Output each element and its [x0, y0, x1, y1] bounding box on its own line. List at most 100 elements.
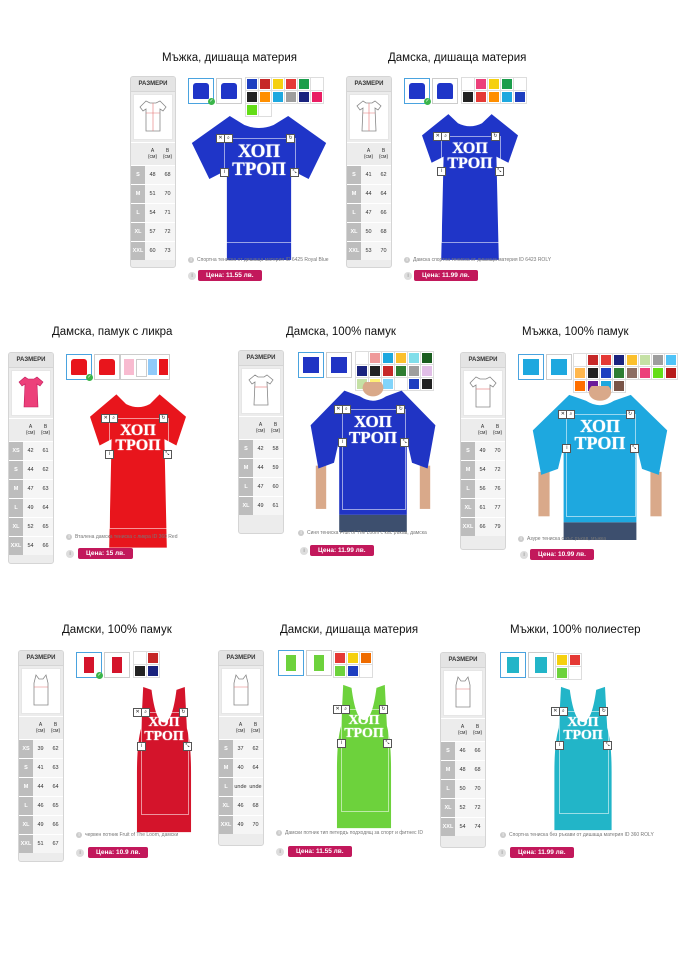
color-swatch[interactable]	[381, 351, 395, 365]
product-thumb-front[interactable]	[298, 352, 324, 378]
zoom-icon[interactable]: ⌕	[441, 132, 451, 142]
help-icon[interactable]: i	[404, 272, 412, 280]
color-swatch[interactable]	[359, 651, 373, 665]
color-swatch[interactable]	[346, 664, 360, 678]
zoom-icon[interactable]: ⌕	[341, 405, 351, 414]
color-swatch[interactable]	[133, 664, 147, 678]
color-swatch[interactable]	[586, 366, 600, 380]
color-swatch[interactable]	[625, 366, 639, 380]
color-swatch[interactable]	[461, 77, 475, 91]
color-swatch[interactable]	[310, 77, 324, 91]
color-swatch[interactable]	[297, 90, 311, 104]
help-icon[interactable]: i	[76, 849, 84, 857]
design-logo[interactable]: ХОП ТРОП	[109, 422, 167, 453]
info-icon[interactable]: i	[554, 740, 564, 750]
color-swatch[interactable]	[573, 353, 587, 367]
design-logo[interactable]: ХОП ТРОП	[559, 715, 607, 743]
color-swatch[interactable]	[146, 664, 160, 678]
zoom-icon[interactable]: ⌕	[566, 409, 576, 419]
color-swatch[interactable]	[638, 366, 652, 380]
color-swatch[interactable]	[500, 77, 514, 91]
color-swatch[interactable]	[638, 353, 652, 367]
color-swatch[interactable]	[586, 353, 600, 367]
resize-icon[interactable]: ⤡	[290, 168, 300, 178]
info-icon[interactable]: i	[105, 450, 115, 460]
color-swatch[interactable]	[487, 90, 501, 104]
color-swatch[interactable]	[420, 364, 434, 378]
color-swatch[interactable]	[368, 364, 382, 378]
color-swatch[interactable]	[474, 90, 488, 104]
color-swatch[interactable]	[599, 353, 613, 367]
product-thumb-back[interactable]	[432, 78, 458, 104]
product-thumb-back[interactable]	[216, 78, 242, 104]
product-thumb-back[interactable]	[528, 652, 554, 678]
price-button[interactable]: Цена: 11.99 лв.	[414, 270, 478, 281]
zoom-icon[interactable]: ⌕	[109, 413, 119, 423]
color-swatch[interactable]	[555, 666, 569, 680]
color-swatch[interactable]	[271, 90, 285, 104]
price-button[interactable]: Цена: 10.99 лв.	[530, 549, 594, 560]
color-swatch[interactable]	[310, 90, 324, 104]
product-thumb-back[interactable]	[326, 352, 352, 378]
color-swatch[interactable]	[284, 90, 298, 104]
color-swatch[interactable]	[407, 364, 421, 378]
price-button[interactable]: Цена: 15 лв.	[78, 548, 133, 559]
price-button[interactable]: Цена: 11.55 лв.	[288, 846, 352, 857]
color-swatch[interactable]	[487, 77, 501, 91]
design-logo[interactable]: ХОП ТРОП	[224, 142, 294, 179]
color-swatch[interactable]	[568, 653, 582, 667]
color-swatch[interactable]	[271, 77, 285, 91]
rotate-icon[interactable]: ↻	[378, 705, 388, 715]
color-swatch[interactable]	[333, 664, 347, 678]
color-swatch[interactable]	[284, 77, 298, 91]
help-icon[interactable]: i	[276, 848, 284, 856]
design-logo[interactable]: ХОП ТРОП	[141, 716, 187, 744]
color-swatch[interactable]	[651, 353, 665, 367]
color-swatch[interactable]	[461, 90, 475, 104]
rotate-icon[interactable]: ↻	[490, 132, 500, 142]
resize-icon[interactable]: ⤡	[382, 738, 392, 748]
color-swatch[interactable]	[146, 651, 160, 665]
zoom-icon[interactable]: ⌕	[223, 134, 233, 144]
color-swatch[interactable]	[500, 90, 514, 104]
design-logo[interactable]: ХОП ТРОП	[341, 713, 387, 741]
design-logo[interactable]: ХОП ТРОП	[441, 141, 499, 172]
color-swatch[interactable]	[355, 351, 369, 365]
product-thumb-front[interactable]	[518, 354, 544, 380]
zoom-icon[interactable]: ⌕	[341, 705, 351, 715]
color-swatch[interactable]	[664, 366, 678, 380]
resize-icon[interactable]: ⤡	[494, 167, 504, 177]
resize-icon[interactable]: ⤡	[400, 438, 410, 447]
color-swatch[interactable]	[513, 90, 527, 104]
color-swatch[interactable]	[359, 664, 373, 678]
resize-icon[interactable]: ⤡	[182, 741, 192, 751]
product-thumb-back[interactable]	[546, 354, 572, 380]
color-swatch[interactable]	[420, 351, 434, 365]
product-thumb-front[interactable]	[278, 650, 304, 676]
color-swatch[interactable]	[368, 351, 382, 365]
color-swatch[interactable]	[394, 364, 408, 378]
price-button[interactable]: Цена: 11.55 лв.	[198, 270, 262, 281]
color-swatch[interactable]	[555, 653, 569, 667]
rotate-icon[interactable]: ↻	[158, 413, 168, 423]
color-swatch[interactable]	[381, 364, 395, 378]
color-swatch[interactable]	[245, 90, 259, 104]
color-swatch[interactable]	[625, 353, 639, 367]
color-swatch[interactable]	[612, 353, 626, 367]
price-button[interactable]: Цена: 11.99 лв.	[510, 847, 574, 858]
help-icon[interactable]: i	[188, 272, 196, 280]
rotate-icon[interactable]: ↻	[396, 405, 406, 414]
product-thumb-front[interactable]	[500, 652, 526, 678]
product-thumb-back[interactable]	[94, 354, 120, 380]
help-icon[interactable]: i	[66, 550, 74, 558]
color-swatch[interactable]	[599, 366, 613, 380]
info-icon[interactable]: i	[219, 168, 229, 178]
price-button[interactable]: Цена: 11.99 лв.	[310, 545, 374, 556]
resize-icon[interactable]: ⤡	[603, 740, 613, 750]
resize-icon[interactable]: ⤡	[162, 450, 172, 460]
rotate-icon[interactable]: ↻	[625, 409, 635, 419]
color-swatch[interactable]	[258, 90, 272, 104]
color-swatch[interactable]	[297, 77, 311, 91]
help-icon[interactable]: i	[520, 551, 528, 559]
product-thumb-back[interactable]	[306, 650, 332, 676]
